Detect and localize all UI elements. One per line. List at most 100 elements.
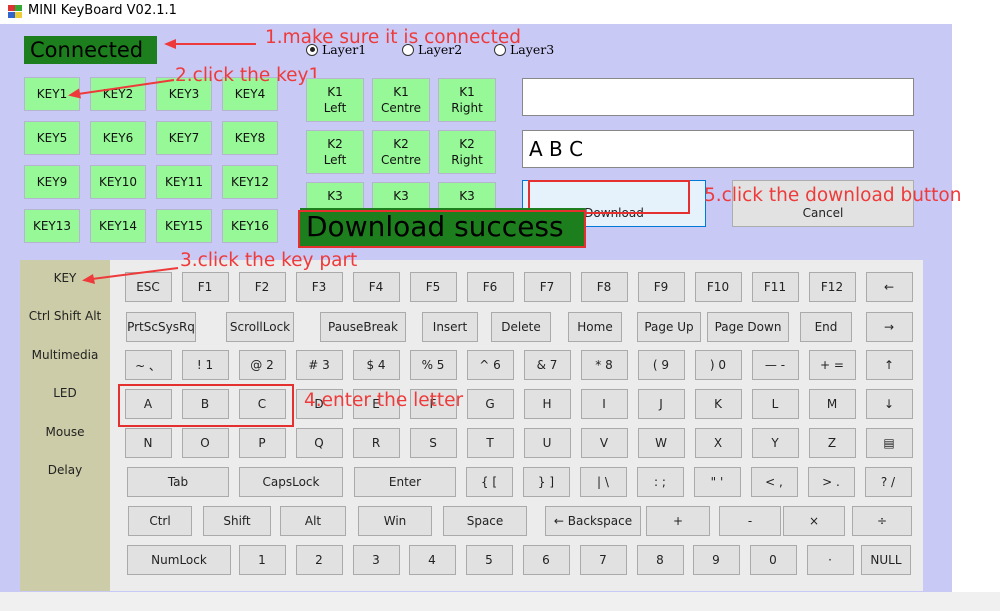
key-alpha1-l[interactable]: L [751, 389, 799, 419]
key-grid-button-10[interactable]: KEY10 [90, 165, 146, 199]
key-alpha2-u[interactable]: U [523, 428, 571, 458]
key-nav-prtscsysrq[interactable]: PrtScSysRq [126, 312, 196, 342]
knob-button-k3-left[interactable]: K3 [306, 182, 364, 210]
key-value-field[interactable]: A B C [522, 130, 914, 168]
key-alpha2-w[interactable]: W [637, 428, 685, 458]
key-grid-button-14[interactable]: KEY14 [90, 209, 146, 243]
key-alpha1-j[interactable]: J [637, 389, 685, 419]
key-grid-button-8[interactable]: KEY8 [222, 121, 278, 155]
key-grid-button-13[interactable]: KEY13 [24, 209, 80, 243]
key-alpha2-o[interactable]: O [181, 428, 229, 458]
key-number-6[interactable]: ^ 6 [466, 350, 514, 380]
key-nav-home[interactable]: Home [568, 312, 622, 342]
key-function-f3[interactable]: F3 [295, 272, 343, 302]
key-numpad-3[interactable]: 3 [352, 545, 400, 575]
key-alpha1-k[interactable]: K [694, 389, 742, 419]
key-numpad-7[interactable]: 7 [579, 545, 627, 575]
key-numpad-2[interactable]: 2 [295, 545, 343, 575]
key-symbol-sym[interactable]: > . [807, 467, 855, 497]
key-nav-end[interactable]: End [800, 312, 852, 342]
key-alpha2-v[interactable]: V [580, 428, 628, 458]
key-nav-delete[interactable]: Delete [491, 312, 551, 342]
key-alpha1-i[interactable]: I [580, 389, 628, 419]
knob-button-k3-right[interactable]: K3 [438, 182, 496, 210]
key-modifier-alt[interactable]: Alt [280, 506, 346, 536]
key-alpha1-g[interactable]: G [466, 389, 514, 419]
key-function-f4[interactable]: F4 [352, 272, 400, 302]
knob-button-k2-centre[interactable]: K2 Centre [372, 130, 430, 174]
key-number-sym[interactable]: — - [751, 350, 799, 380]
key-function-f5[interactable]: F5 [409, 272, 457, 302]
key-grid-button-15[interactable]: KEY15 [156, 209, 212, 243]
key-modifier-sym[interactable]: ÷ [852, 506, 912, 536]
arrow-right-icon[interactable]: → [865, 312, 913, 342]
key-number-sym[interactable]: ~ 、 [124, 350, 172, 380]
key-nav-scrolllock[interactable]: ScrollLock [226, 312, 294, 342]
key-alpha2-r[interactable]: R [352, 428, 400, 458]
key-function-f9[interactable]: F9 [637, 272, 685, 302]
key-number-2[interactable]: @ 2 [238, 350, 286, 380]
key-modifier-sym[interactable]: + [646, 506, 710, 536]
key-function-f1[interactable]: F1 [181, 272, 229, 302]
arrow-left-icon[interactable]: ← [865, 272, 913, 302]
menu-key-icon[interactable]: ▤ [865, 428, 913, 458]
key-number-9[interactable]: ( 9 [637, 350, 685, 380]
key-alpha2-p[interactable]: P [238, 428, 286, 458]
key-nav-page-up[interactable]: Page Up [637, 312, 701, 342]
key-symbol-sym[interactable]: } ] [522, 467, 570, 497]
key-numpad-4[interactable]: 4 [408, 545, 456, 575]
key-number-0[interactable]: ) 0 [694, 350, 742, 380]
key-numpad-null[interactable]: NULL [861, 545, 911, 575]
arrow-up-icon[interactable]: ↑ [865, 350, 913, 380]
key-symbol-capslock[interactable]: CapsLock [239, 467, 343, 497]
key-numpad-6[interactable]: 6 [522, 545, 570, 575]
key-symbol-sym[interactable]: { [ [465, 467, 513, 497]
key-symbol-sym[interactable]: : ; [636, 467, 684, 497]
key-number-sym[interactable]: + = [808, 350, 856, 380]
sidebar-item-ctrl-shift-alt[interactable]: Ctrl Shift Alt [20, 309, 110, 323]
knob-button-k2-left[interactable]: K2 Left [306, 130, 364, 174]
key-number-3[interactable]: # 3 [295, 350, 343, 380]
key-symbol-sym[interactable]: | \ [579, 467, 627, 497]
key-symbol-enter[interactable]: Enter [354, 467, 456, 497]
sidebar-item-led[interactable]: LED [20, 386, 110, 400]
key-symbol-sym[interactable]: " ' [693, 467, 741, 497]
arrow-down-icon[interactable]: ↓ [865, 389, 913, 419]
key-function-f2[interactable]: F2 [238, 272, 286, 302]
key-modifier-backspace[interactable]: ← Backspace [545, 506, 641, 536]
key-number-5[interactable]: % 5 [409, 350, 457, 380]
key-number-1[interactable]: ! 1 [181, 350, 229, 380]
key-nav-pausebreak[interactable]: PauseBreak [320, 312, 406, 342]
key-function-f7[interactable]: F7 [523, 272, 571, 302]
key-function-f10[interactable]: F10 [694, 272, 742, 302]
layer3-radio[interactable]: Layer3 [494, 42, 554, 57]
key-alpha2-s[interactable]: S [409, 428, 457, 458]
key-numpad-0[interactable]: 0 [749, 545, 797, 575]
knob-button-k2-right[interactable]: K2 Right [438, 130, 496, 174]
key-alpha1-m[interactable]: M [808, 389, 856, 419]
key-modifier-shift[interactable]: Shift [203, 506, 271, 536]
key-number-8[interactable]: * 8 [580, 350, 628, 380]
key-grid-button-9[interactable]: KEY9 [24, 165, 80, 199]
knob-button-k1-left[interactable]: K1 Left [306, 78, 364, 122]
key-numpad-numlock[interactable]: NumLock [127, 545, 231, 575]
key-alpha2-n[interactable]: N [124, 428, 172, 458]
layer2-radio[interactable]: Layer2 [402, 42, 462, 57]
key-number-4[interactable]: $ 4 [352, 350, 400, 380]
key-numpad-9[interactable]: 9 [692, 545, 740, 575]
key-modifier-ctrl[interactable]: Ctrl [128, 506, 192, 536]
key-function-f6[interactable]: F6 [466, 272, 514, 302]
key-grid-button-7[interactable]: KEY7 [156, 121, 212, 155]
key-grid-button-6[interactable]: KEY6 [90, 121, 146, 155]
key-alpha2-y[interactable]: Y [751, 428, 799, 458]
key-grid-button-5[interactable]: KEY5 [24, 121, 80, 155]
sidebar-item-delay[interactable]: Delay [20, 463, 110, 477]
key-nav-page-down[interactable]: Page Down [707, 312, 789, 342]
key-modifier-space[interactable]: Space [443, 506, 527, 536]
key-alpha2-q[interactable]: Q [295, 428, 343, 458]
knob-button-k1-centre[interactable]: K1 Centre [372, 78, 430, 122]
key-modifier-sym[interactable]: × [783, 506, 845, 536]
key-symbol-sym[interactable]: < , [750, 467, 798, 497]
key-numpad-5[interactable]: 5 [465, 545, 513, 575]
key-symbol-tab[interactable]: Tab [127, 467, 229, 497]
